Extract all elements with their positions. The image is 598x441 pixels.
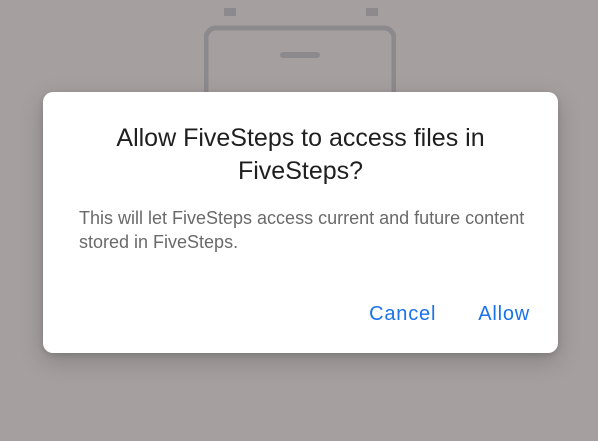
allow-button[interactable]: Allow — [478, 300, 530, 328]
cancel-button[interactable]: Cancel — [369, 300, 436, 328]
dialog-actions: Cancel Allow — [369, 300, 530, 328]
permission-dialog: Allow FiveSteps to access files in FiveS… — [43, 92, 558, 353]
dialog-title: Allow FiveSteps to access files in FiveS… — [116, 124, 485, 185]
dialog-message: This will let FiveSteps access current a… — [79, 208, 525, 252]
